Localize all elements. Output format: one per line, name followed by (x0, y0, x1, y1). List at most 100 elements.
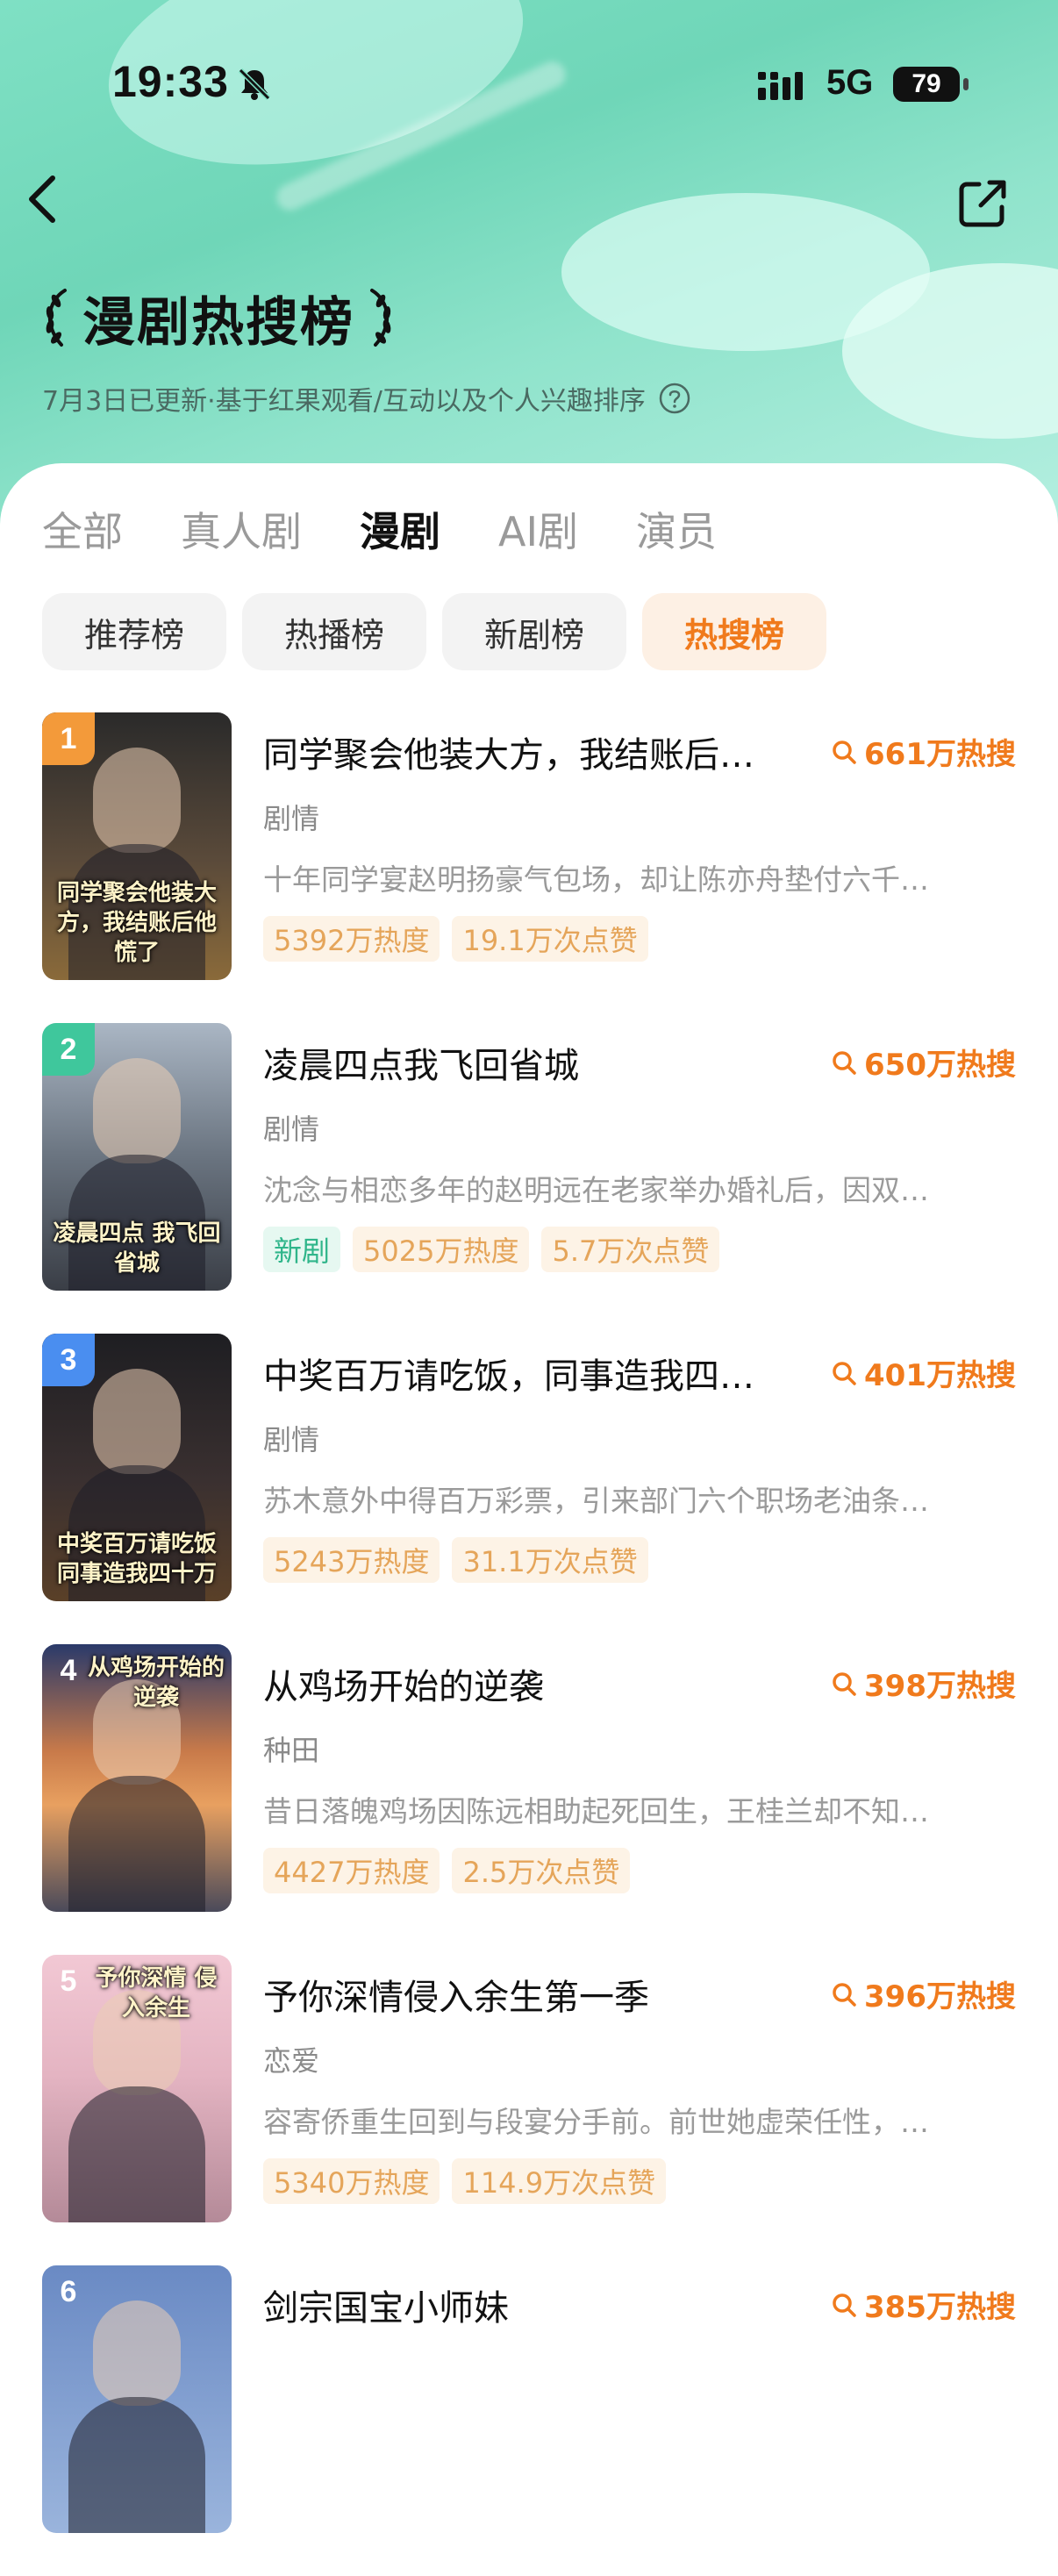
drama-title[interactable]: 从鸡场开始的逆袭 (263, 1658, 807, 1709)
back-arrow-icon[interactable] (19, 171, 68, 227)
status-time: 19:33 (112, 57, 229, 106)
search-icon (833, 2293, 856, 2317)
hot-search-count: 661万热搜 (831, 730, 1016, 773)
cover-title-text: 从鸡场开始的逆袭 (87, 1655, 225, 1711)
hot-search-count: 398万热搜 (831, 1662, 1016, 1705)
tab-0[interactable]: 全部 (42, 500, 123, 558)
drama-description: 十年同学宴赵明扬豪气包场，却让陈亦舟垫付六千… (263, 862, 929, 897)
hot-search-count: 385万热搜 (831, 2283, 1016, 2326)
tab-2[interactable]: 漫剧 (360, 500, 440, 558)
drama-title[interactable]: 剑宗国宝小师妹 (263, 2279, 807, 2330)
drama-description: 苏木意外中得百万彩票，引来部门六个职场老油条… (263, 1484, 929, 1518)
ranking-chips: 推荐榜 热播榜 新剧榜 热搜榜 (42, 593, 842, 670)
drama-title[interactable]: 同学聚会他装大方，我结账后… (263, 726, 807, 777)
page-title: 漫剧热搜榜 (82, 291, 354, 354)
list-item[interactable]: 4 从鸡场开始的逆袭 从鸡场开始的逆袭 398万热搜种田昔日落魄鸡场因陈远相助起死回生… (42, 1644, 1016, 1955)
tag-row: 4427万热度 2.5万次点赞 (263, 1848, 642, 1893)
cover-figure-body (68, 2397, 205, 2533)
page-title-block: 漫剧热搜榜 (39, 283, 398, 354)
likes-badge: 114.9万次点赞 (452, 2158, 667, 2204)
heat-badge: 4427万热度 (263, 1848, 440, 1893)
battery-icon: 79 (893, 67, 960, 102)
heat-badge: 5025万热度 (353, 1227, 530, 1272)
tab-4[interactable]: 演员 (636, 500, 717, 558)
cover-title-text: 予你深情 侵入余生 (95, 1965, 218, 2021)
search-icon (833, 1361, 856, 1385)
hot-search-count: 401万热搜 (831, 1351, 1016, 1394)
hot-search-count: 396万热搜 (831, 1972, 1016, 2015)
cover-title-text: 同学聚会他装大方，我结账后他慌了 (56, 880, 217, 966)
search-icon (833, 740, 856, 764)
tab-3[interactable]: AI剧 (498, 500, 578, 558)
genre-label: 剧情 (263, 802, 320, 835)
tag-row: 5392万热度 19.1万次点赞 (263, 916, 661, 962)
ranking-chip-2[interactable]: 新剧榜 (442, 593, 626, 670)
drama-cover-image[interactable]: 6 (42, 2265, 232, 2533)
rank-badge: 3 (42, 1334, 95, 1386)
heat-badge: 5243万热度 (263, 1537, 440, 1583)
heat-badge: 5392万热度 (263, 916, 440, 962)
genre-label: 剧情 (263, 1423, 320, 1456)
drama-description: 昔日落魄鸡场因陈远相助起死回生，王桂兰却不知… (263, 1794, 929, 1828)
cover-figure (93, 1369, 181, 1474)
page-subtitle: 7月3日已更新·基于红果观看/互动以及个人兴趣排序 (42, 379, 691, 418)
search-icon (833, 1982, 856, 2007)
drama-cover-image[interactable]: 5 予你深情 侵入余生 (42, 1955, 232, 2222)
tag-row: 5340万热度 114.9万次点赞 (263, 2158, 678, 2204)
laurel-right-icon (370, 289, 391, 347)
likes-badge: 5.7万次点赞 (541, 1227, 720, 1272)
ranking-chip-3[interactable]: 热搜榜 (642, 593, 826, 670)
share-icon[interactable] (956, 175, 1011, 230)
cover-figure (93, 2301, 181, 2406)
hot-search-label: 385万热搜 (864, 2290, 1016, 2325)
network-type: 5G (826, 63, 874, 102)
drama-description: 沈念与相恋多年的赵明远在老家举办婚礼后，因双… (263, 1173, 929, 1207)
cover-figure-body (68, 2086, 205, 2222)
ranking-list: 1 同学聚会他装大方，我结账后他慌了 同学聚会他装大方，我结账后… 661万热搜 剧情十… (42, 712, 1016, 2576)
drama-cover-image[interactable]: 3 中奖百万请吃饭 同事造我四十万 (42, 1334, 232, 1601)
tab-1[interactable]: 真人剧 (181, 500, 302, 558)
list-item[interactable]: 6 剑宗国宝小师妹 385万热搜 (42, 2265, 1016, 2576)
cover-figure (93, 1058, 181, 1163)
likes-badge: 19.1万次点赞 (452, 916, 648, 962)
rank-badge: 1 (42, 712, 95, 765)
hot-search-label: 650万热搜 (864, 1048, 1016, 1083)
list-item[interactable]: 2 凌晨四点 我飞回省城 凌晨四点我飞回省城 650万热搜剧情沈念与相恋多年的赵明远在… (42, 1023, 1016, 1334)
ranking-chip-1[interactable]: 热播榜 (242, 593, 426, 670)
hot-search-label: 398万热搜 (864, 1669, 1016, 1704)
drama-title[interactable]: 凌晨四点我飞回省城 (263, 1037, 807, 1088)
laurel-left-icon (46, 289, 67, 347)
hot-search-count: 650万热搜 (831, 1041, 1016, 1084)
tag-row: 新剧 5025万热度 5.7万次点赞 (263, 1227, 732, 1272)
bell-muted-icon (238, 68, 271, 101)
hot-search-label: 661万热搜 (864, 737, 1016, 772)
question-circle-icon[interactable] (658, 382, 691, 415)
update-info: 7月3日已更新·基于红果观看/互动以及个人兴趣排序 (42, 386, 646, 417)
rank-badge: 6 (60, 2274, 77, 2308)
drama-cover-image[interactable]: 2 凌晨四点 我飞回省城 (42, 1023, 232, 1291)
likes-badge: 2.5万次点赞 (452, 1848, 631, 1893)
genre-label: 剧情 (263, 1113, 320, 1146)
ranking-chip-0[interactable]: 推荐榜 (42, 593, 226, 670)
battery-tip (963, 78, 969, 90)
hot-search-label: 396万热搜 (864, 1979, 1016, 2014)
rank-badge: 2 (42, 1023, 95, 1076)
drama-title[interactable]: 中奖百万请吃饭，同事造我四… (263, 1348, 807, 1399)
list-item[interactable]: 3 中奖百万请吃饭 同事造我四十万 中奖百万请吃饭，同事造我四… 401万热搜剧情苏木… (42, 1334, 1016, 1644)
drama-cover-image[interactable]: 1 同学聚会他装大方，我结账后他慌了 (42, 712, 232, 980)
search-icon (833, 1050, 856, 1075)
cellular-signal-icon (758, 72, 803, 100)
list-item[interactable]: 1 同学聚会他装大方，我结账后他慌了 同学聚会他装大方，我结账后… 661万热搜剧情十… (42, 712, 1016, 1023)
new-badge: 新剧 (263, 1227, 341, 1272)
drama-title[interactable]: 予你深情侵入余生第一季 (263, 1969, 807, 2020)
likes-badge: 31.1万次点赞 (452, 1537, 648, 1583)
list-item[interactable]: 5 予你深情 侵入余生 予你深情侵入余生第一季 396万热搜 恋爱 容寄侨重生回到与段宴分… (42, 1955, 1016, 2265)
heat-badge: 5340万热度 (263, 2158, 440, 2204)
cover-title-text: 中奖百万请吃饭 同事造我四十万 (56, 1531, 217, 1587)
status-bar: 19:33 5G 79 (0, 0, 1058, 167)
category-tabs: 全部 真人剧 漫剧 AI剧 演员 (42, 500, 775, 558)
drama-cover-image[interactable]: 4 从鸡场开始的逆袭 (42, 1644, 232, 1912)
drama-description: 容寄侨重生回到与段宴分手前。前世她虚荣任性，… (263, 2105, 929, 2139)
genre-label: 种田 (263, 1734, 320, 1767)
cover-figure-body (68, 1776, 205, 1912)
